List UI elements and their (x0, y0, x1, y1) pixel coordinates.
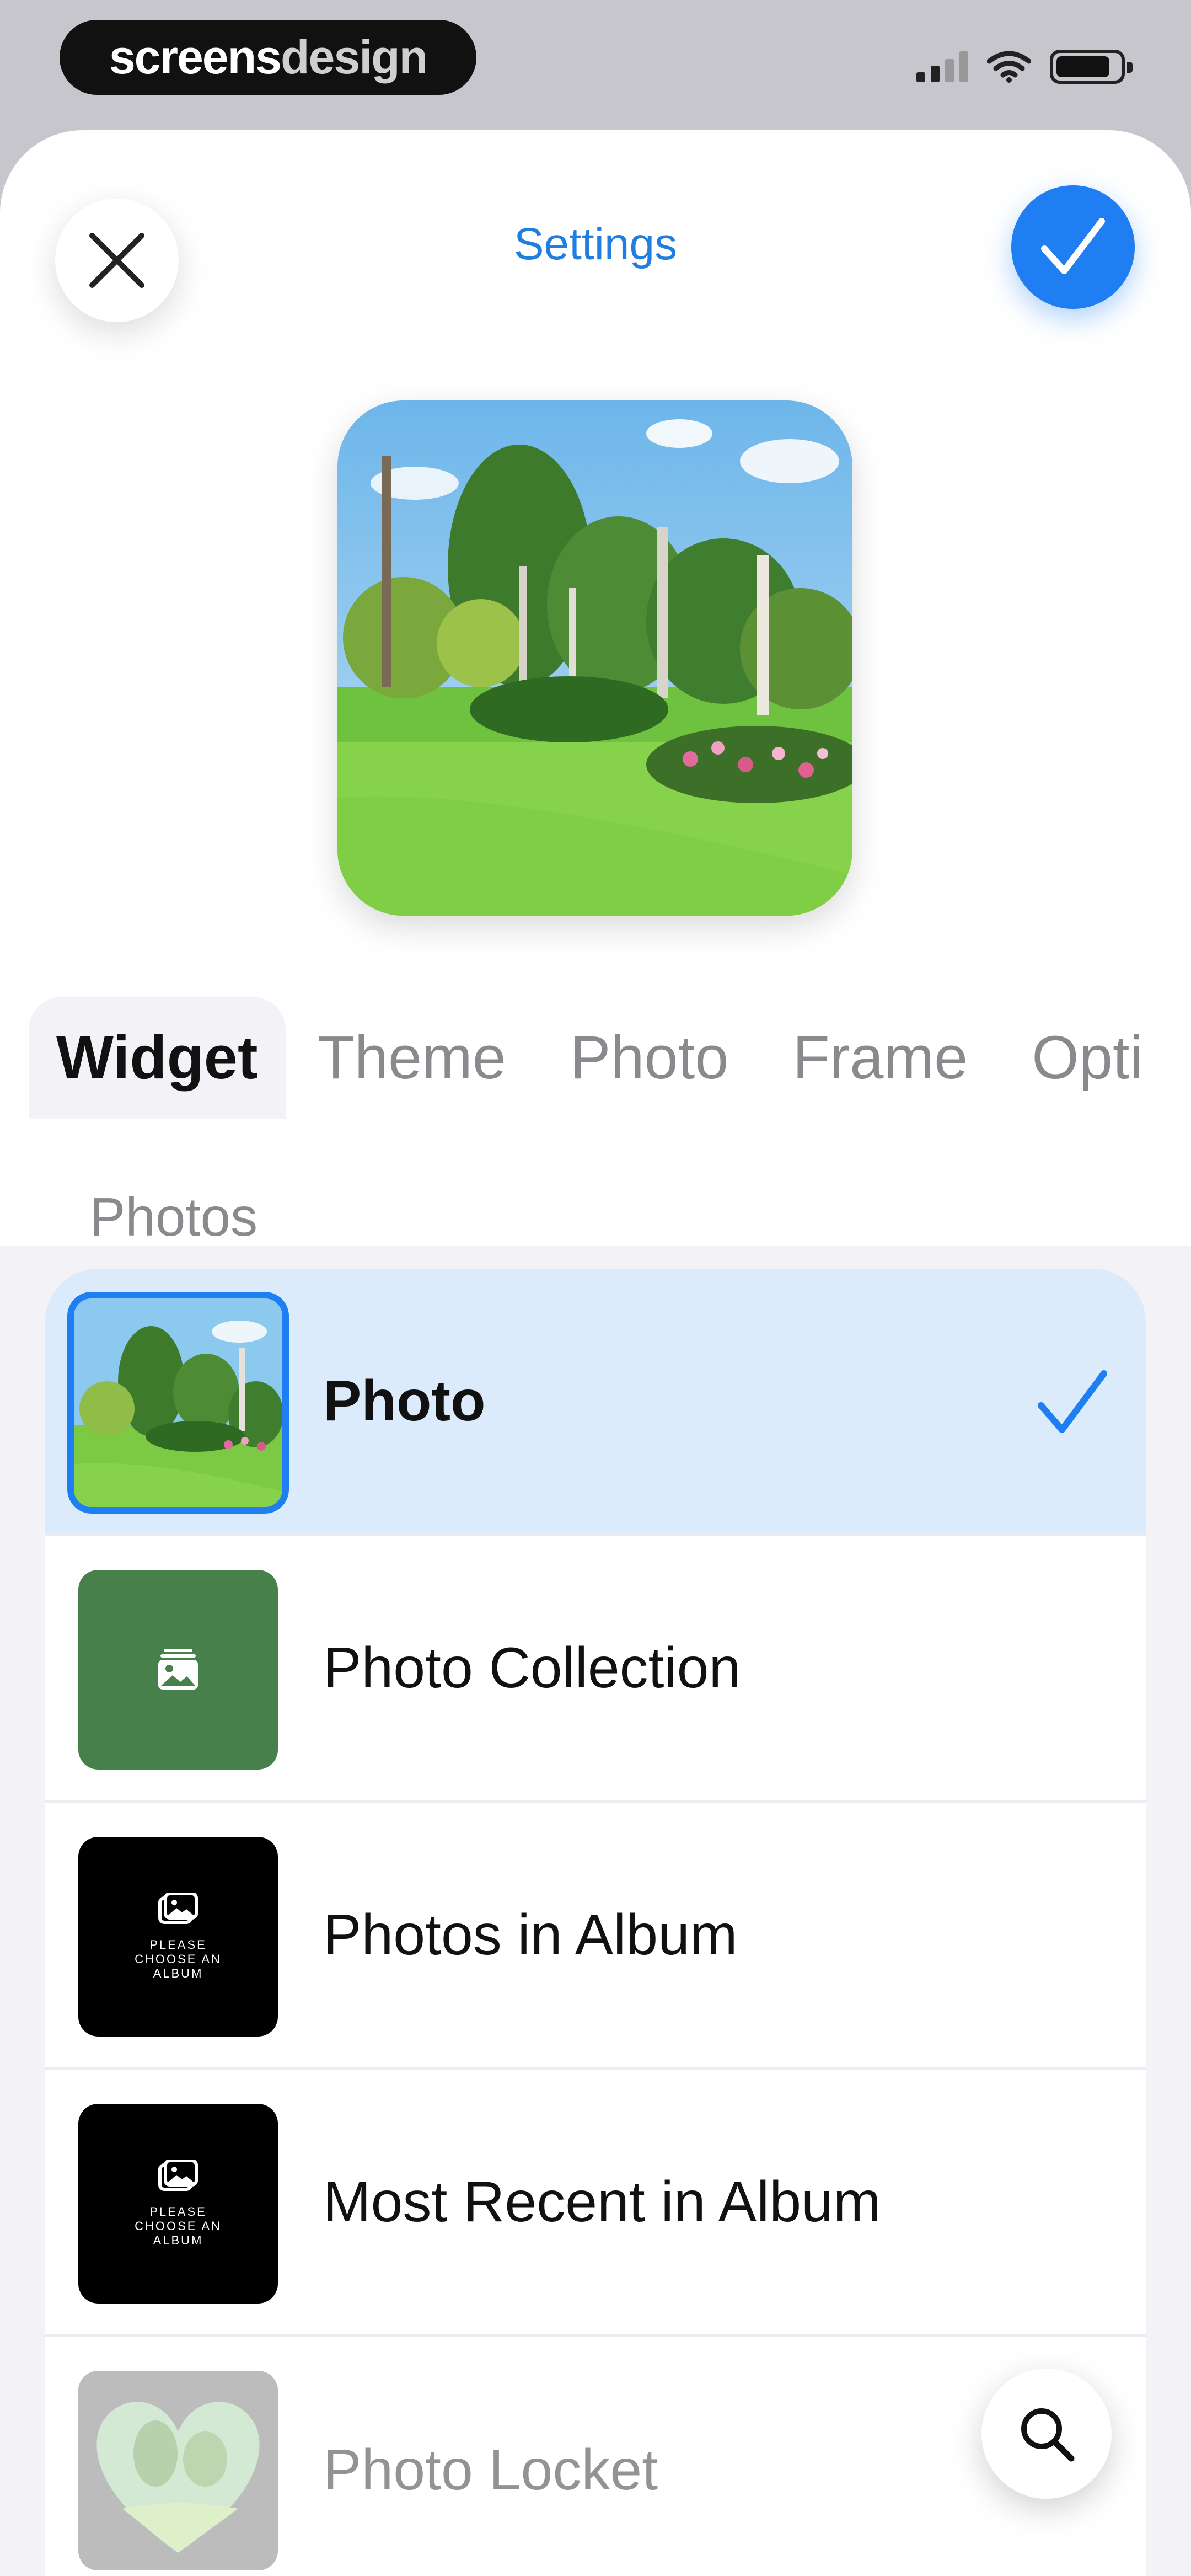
photo-locket-thumbnail (78, 2371, 278, 2570)
photo-stack-icon (158, 1649, 198, 1690)
widget-type-list: Photo Photo Collection PLEASE CHOOSE AN … (45, 1269, 1146, 2576)
search-button[interactable] (981, 2369, 1112, 2499)
tab-frame[interactable]: Frame (760, 997, 1000, 1119)
tab-widget[interactable]: Widget (29, 997, 286, 1119)
tab-bar: Widget Theme Photo Frame Opti (0, 993, 1191, 1123)
heart-photo-icon (78, 2371, 278, 2570)
list-item-label: Photo (323, 1369, 486, 1433)
photo-collection-thumbnail (78, 1570, 278, 1770)
list-item-photo[interactable]: Photo (45, 1269, 1146, 1536)
tab-theme[interactable]: Theme (286, 997, 538, 1119)
battery-icon (1050, 50, 1133, 84)
most-recent-thumbnail: PLEASE CHOOSE AN ALBUM (78, 2104, 278, 2304)
list-item-photos-in-album[interactable]: PLEASE CHOOSE AN ALBUM Photos in Album (45, 1803, 1146, 2070)
tab-photo[interactable]: Photo (538, 997, 760, 1119)
photo-thumbnail (67, 1292, 289, 1514)
checkmark-icon (1038, 1370, 1107, 1433)
search-icon (1021, 2408, 1075, 2462)
wifi-icon (987, 51, 1031, 83)
widget-preview-photo (337, 400, 852, 916)
list-item-label: Photo Locket (323, 2438, 658, 2502)
list-item-most-recent-in-album[interactable]: PLEASE CHOOSE AN ALBUM Most Recent in Al… (45, 2070, 1146, 2337)
list-item-photo-collection[interactable]: Photo Collection (45, 1536, 1146, 1803)
status-bar: screens design (0, 0, 1191, 130)
thumbnail-caption: PLEASE CHOOSE AN ALBUM (135, 1938, 222, 1980)
list-item-photo-locket[interactable]: Photo Locket (45, 2337, 1146, 2576)
brand-logo-part2: design (281, 30, 428, 84)
signal-icon (916, 51, 968, 82)
list-item-label: Photos in Album (323, 1902, 738, 1967)
tab-options[interactable]: Opti (1000, 997, 1175, 1119)
list-item-label: Most Recent in Album (323, 2169, 881, 2234)
list-item-label: Photo Collection (323, 1636, 741, 1700)
thumbnail-caption: PLEASE CHOOSE AN ALBUM (135, 2205, 222, 2247)
garden-photo (337, 400, 852, 916)
section-title: Photos (89, 1187, 258, 1247)
photos-in-album-thumbnail: PLEASE CHOOSE AN ALBUM (78, 1837, 278, 2037)
brand-logo: screens design (60, 20, 476, 95)
album-icon (158, 2160, 198, 2191)
garden-thumbnail-image (74, 1298, 282, 1507)
album-icon (158, 1893, 198, 1924)
brand-logo-part1: screens (109, 30, 282, 84)
status-icons (916, 47, 1133, 86)
done-button[interactable] (1011, 185, 1135, 309)
checkmark-icon (1041, 218, 1105, 274)
